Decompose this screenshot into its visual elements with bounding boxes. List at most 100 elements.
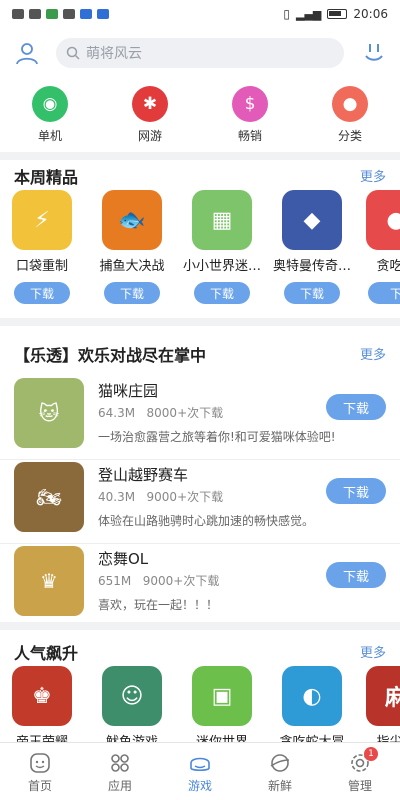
game-icon xyxy=(190,757,210,772)
signal-icon: ▂▄▆ xyxy=(296,7,322,21)
search-placeholder: 萌将风云 xyxy=(86,46,142,62)
search-icon xyxy=(66,46,80,60)
download-manager-icon[interactable] xyxy=(362,40,386,64)
app-description: 体验在山路驰骋时心跳加速的畅快感觉。 xyxy=(98,514,315,528)
search-input[interactable]: 萌将风云 xyxy=(56,38,344,68)
tab-fresh[interactable]: 新鲜 xyxy=(240,743,320,800)
tab-label: 首页 xyxy=(27,779,52,793)
category-label: 畅销 xyxy=(237,129,262,143)
tab-label: 新鲜 xyxy=(267,779,292,793)
more-link-popular[interactable]: 更多 xyxy=(360,642,386,661)
tab-manage[interactable]: 管理 1 xyxy=(320,743,400,800)
app-icon xyxy=(63,9,75,19)
more-link-featured[interactable]: 更多 xyxy=(360,344,386,363)
download-button[interactable]: 下载 xyxy=(326,478,386,504)
app-icon: 麻 xyxy=(366,666,400,726)
list-item[interactable]: 🐱 猫咪庄园 64.3M 8000+次下载 一场治愈露营之旅等着你!和可爱猫咪体… xyxy=(0,378,400,460)
app-icon: ▦ xyxy=(192,190,252,250)
download-button[interactable]: 下载 xyxy=(326,562,386,588)
download-button[interactable]: 下载 xyxy=(326,394,386,420)
category-single[interactable]: ◉ 单机 xyxy=(0,86,100,146)
coin-icon: $ xyxy=(232,86,268,122)
category-row: ◉ 单机 ✱ 网游 $ 畅销 ● 分类 xyxy=(0,86,400,146)
app-name: 帝王荣耀 xyxy=(2,731,82,742)
notification-icon xyxy=(12,9,24,19)
download-button[interactable]: 下 xyxy=(368,282,400,304)
app-description: 一场治愈露营之旅等着你!和可爱猫咪体验吧! xyxy=(98,430,336,444)
planet-icon xyxy=(270,754,290,772)
tab-games[interactable]: 游戏 xyxy=(160,743,240,800)
category-label: 网游 xyxy=(137,129,162,143)
vibrate-icon: ▯ xyxy=(283,7,291,21)
popular-list: ♚ 帝王荣耀 ☺ 鱿鱼游戏 ▣ 迷你世界 ◐ 贪吃蛇大冒 麻 指尖四 xyxy=(0,666,400,742)
download-button[interactable]: 下载 xyxy=(284,282,340,304)
section-title-featured: 【乐透】欢乐对战尽在掌中 xyxy=(14,346,207,365)
divider xyxy=(0,152,400,160)
more-link-weekly[interactable]: 更多 xyxy=(360,166,386,185)
gamepad-icon: ◉ xyxy=(32,86,68,122)
tab-home[interactable]: 首页 xyxy=(0,743,80,800)
tab-apps[interactable]: 应用 xyxy=(80,743,160,800)
list-item[interactable]: ♚ 帝王荣耀 xyxy=(2,666,82,742)
app-icon: ▣ xyxy=(192,666,252,726)
row-divider xyxy=(0,543,400,544)
app-icon: ⚡ xyxy=(12,190,72,250)
app-icon: 🐟 xyxy=(102,190,162,250)
status-bar: ▯ ▂▄▆ 20:06 xyxy=(0,0,400,28)
download-button[interactable]: 下载 xyxy=(14,282,70,304)
list-item[interactable]: ♛ 恋舞OL 651M 9000+次下载 喜欢，玩在一起！！！ 下载 xyxy=(0,546,400,628)
app-icon xyxy=(97,9,109,19)
list-item[interactable]: ⚡ 口袋重制 下载 xyxy=(2,190,82,304)
divider xyxy=(0,622,400,630)
app-name: 口袋重制 xyxy=(15,259,68,274)
app-name: 贪吃蛇 xyxy=(376,259,400,274)
category-classify[interactable]: ● 分类 xyxy=(300,86,400,146)
bottom-tab-bar: 首页 应用 游戏 新鲜 管理 1 xyxy=(0,742,400,800)
tab-label: 游戏 xyxy=(187,779,212,793)
app-icon: ● xyxy=(366,190,400,250)
clock: 20:06 xyxy=(353,7,388,21)
list-item[interactable]: ☺ 鱿鱼游戏 xyxy=(92,666,172,742)
app-icon: ◆ xyxy=(282,190,342,250)
shield-icon xyxy=(80,9,92,19)
app-icon: ☺ xyxy=(102,666,162,726)
app-icon: ♚ xyxy=(12,666,72,726)
app-name: 迷你世界 xyxy=(182,731,262,742)
status-icons xyxy=(12,9,109,19)
category-label: 单机 xyxy=(37,129,62,143)
weekly-list: ⚡ 口袋重制 下载 🐟 捕鱼大决战 下载 ▦ 小小世界迷… 下载 ◆ 奥特曼传奇… xyxy=(0,190,400,310)
user-icon[interactable] xyxy=(14,40,40,66)
list-item[interactable]: 🏍 登山越野赛车 40.3M 9000+次下载 体验在山路驰骋时心跳加速的畅快感… xyxy=(0,462,400,544)
row-divider xyxy=(0,459,400,460)
app-name: 贪吃蛇大冒 xyxy=(272,731,352,742)
list-item[interactable]: ▣ 迷你世界 xyxy=(182,666,262,742)
app-icon: ♛ xyxy=(14,546,84,616)
palette-icon: ● xyxy=(332,86,368,122)
section-title-weekly: 本周精品 xyxy=(14,168,79,187)
category-online[interactable]: ✱ 网游 xyxy=(100,86,200,146)
app-icon: 🐱 xyxy=(14,378,84,448)
app-name: 猫咪庄园 xyxy=(98,382,159,400)
tab-label: 管理 xyxy=(347,779,372,793)
app-name: 登山越野赛车 xyxy=(98,466,189,484)
list-item[interactable]: ▦ 小小世界迷… 下载 xyxy=(182,190,262,304)
paw-icon: ✱ xyxy=(132,86,168,122)
list-item[interactable]: 🐟 捕鱼大决战 下载 xyxy=(92,190,172,304)
app-description: 喜欢，玩在一起！！！ xyxy=(98,598,219,612)
app-name: 恋舞OL xyxy=(98,550,149,568)
list-item[interactable]: ◐ 贪吃蛇大冒 xyxy=(272,666,352,742)
category-label: 分类 xyxy=(337,129,362,143)
app-meta: 651M 9000+次下载 xyxy=(98,574,220,588)
list-item[interactable]: 麻 指尖四 xyxy=(356,666,400,742)
list-item[interactable]: ● 贪吃蛇 下 xyxy=(356,190,400,304)
download-button[interactable]: 下载 xyxy=(104,282,160,304)
apps-icon xyxy=(111,754,129,772)
top-header: 萌将风云 xyxy=(0,34,400,74)
download-button[interactable]: 下载 xyxy=(194,282,250,304)
battery-icon xyxy=(327,9,348,19)
app-name: 小小世界迷… xyxy=(182,259,261,274)
list-item[interactable]: ◆ 奥特曼传奇… 下载 xyxy=(272,190,352,304)
wifi-icon xyxy=(29,9,41,19)
category-bestselling[interactable]: $ 畅销 xyxy=(200,86,300,146)
app-meta: 64.3M 8000+次下载 xyxy=(98,406,224,420)
